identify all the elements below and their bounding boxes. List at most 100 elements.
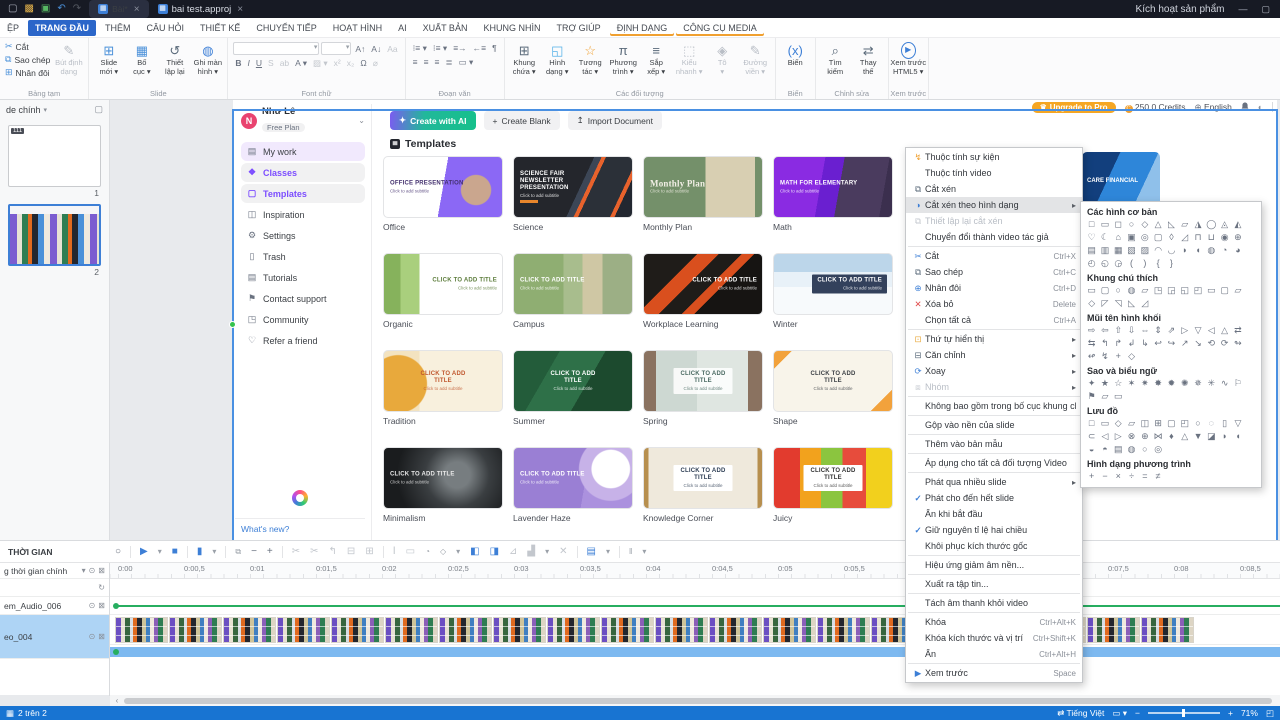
shape-swatch[interactable]: ▣: [1125, 231, 1138, 244]
shape-swatch[interactable]: ↘: [1191, 337, 1204, 350]
template-card[interactable]: CLICK TO ADD TITLEClick to add subtitleT…: [383, 350, 503, 426]
shape-swatch[interactable]: ⊗: [1125, 430, 1138, 443]
shape-swatch[interactable]: ): [1138, 257, 1151, 270]
video-frame-thumb[interactable]: [331, 617, 384, 643]
shape-swatch[interactable]: ◬: [1218, 218, 1231, 231]
sidebar-item[interactable]: ▢Templates: [241, 184, 365, 203]
font-style-icon[interactable]: x₂: [345, 57, 357, 69]
shape-swatch[interactable]: (: [1125, 257, 1138, 270]
ribbon-button[interactable]: ⧉Sao chép: [5, 54, 50, 65]
audio-track-row[interactable]: em_Audio_006 ⊙ ⊠: [0, 597, 109, 615]
keyframe-icon[interactable]: ◇: [435, 547, 451, 556]
close-tab-icon[interactable]: ×: [134, 4, 140, 15]
font-style-icon[interactable]: Ω: [358, 57, 368, 69]
shape-swatch[interactable]: ○: [1112, 284, 1125, 297]
shape-swatch[interactable]: ◴: [1085, 257, 1098, 270]
video-frame-thumb[interactable]: [547, 617, 600, 643]
sidebar-item[interactable]: ▤Tutorials: [241, 268, 365, 287]
template-card[interactable]: SCIENCE FAIR NEWSLETTER PRESENTATIONClic…: [513, 156, 633, 232]
display-mode-icon[interactable]: ▭ ▾: [1112, 708, 1127, 719]
shape-swatch[interactable]: ⋈: [1151, 430, 1164, 443]
menu-item-video-properties[interactable]: Thuộc tính video: [906, 165, 1082, 181]
font-style-icon[interactable]: x²: [332, 57, 343, 69]
shape-swatch[interactable]: ≠: [1151, 470, 1164, 483]
restore-icon[interactable]: ▢: [1261, 4, 1270, 15]
menu-item-rotate[interactable]: ⟳Xoay▸: [906, 363, 1082, 379]
template-card[interactable]: CLICK TO ADD TITLEClick to add subtitleK…: [643, 447, 763, 523]
shape-swatch[interactable]: ✹: [1165, 377, 1178, 390]
fit-window-icon[interactable]: ◰: [1266, 708, 1274, 719]
ribbon-tab[interactable]: TRANG ĐẦU: [28, 20, 96, 36]
ribbon-button[interactable]: ≡Sắpxếp ▾: [640, 40, 673, 88]
shape-swatch[interactable]: ○: [1125, 218, 1138, 231]
play-icon[interactable]: ▶: [135, 546, 153, 557]
shape-swatch[interactable]: ♦: [1165, 430, 1178, 443]
shape-swatch[interactable]: ◇: [1138, 218, 1151, 231]
shape-swatch[interactable]: ↰: [1098, 337, 1111, 350]
minimize-icon[interactable]: —: [1238, 4, 1247, 15]
menu-item-lock-size-position[interactable]: Khóa kích thước và vị tríCtrl+Shift+K: [906, 630, 1082, 646]
shape-swatch[interactable]: −: [1098, 470, 1111, 483]
zoom-slider-handle[interactable]: [1182, 709, 1185, 717]
sidebar-item[interactable]: ◳Community: [241, 310, 365, 329]
menu-item-cut[interactable]: ✂CắtCtrl+X: [906, 248, 1082, 264]
template-card[interactable]: CLICK TO ADD TITLEClick to add subtitleW…: [773, 253, 893, 329]
track-header-row[interactable]: g thời gian chính ▾ ⊙ ⊠: [0, 563, 109, 579]
shape-swatch[interactable]: ▷: [1178, 324, 1191, 337]
stop-icon[interactable]: ■: [167, 546, 183, 557]
video-track-duration-bar[interactable]: [110, 647, 1280, 657]
video-frame-thumb[interactable]: [601, 617, 654, 643]
ribbon-tab[interactable]: CHUYỂN TIẾP: [249, 20, 323, 36]
ribbon-button[interactable]: ☆Tươngtác ▾: [574, 40, 607, 88]
shape-swatch[interactable]: ⇧: [1112, 324, 1125, 337]
shape-swatch[interactable]: ◵: [1098, 257, 1111, 270]
menu-item-play-until-end[interactable]: ✓Phát cho đến hết slide: [906, 490, 1082, 506]
menu-item-merge-to-background[interactable]: Gộp vào nền của slide: [906, 417, 1082, 433]
zoom-out-icon[interactable]: −: [246, 546, 262, 557]
ribbon-button[interactable]: ⇄Thaythế: [852, 40, 885, 88]
shape-swatch[interactable]: ▨: [1138, 244, 1151, 257]
media-caret-icon[interactable]: ▾: [601, 547, 615, 556]
menu-item-display-order[interactable]: ⊡Thứ tự hiển thị▸: [906, 331, 1082, 347]
paragraph-format-icon[interactable]: ≡: [422, 56, 431, 68]
shape-swatch[interactable]: ◍: [1125, 443, 1138, 456]
ribbon-tab[interactable]: AI: [391, 20, 414, 36]
shape-swatch[interactable]: ✺: [1178, 377, 1191, 390]
shape-swatch[interactable]: ◱: [1178, 284, 1191, 297]
paragraph-format-icon[interactable]: ←≡: [471, 42, 488, 54]
cut-right-icon[interactable]: ✂: [305, 546, 323, 557]
ai-button[interactable]: ✦Create with AI: [390, 111, 476, 130]
ripple-icon[interactable]: ↰: [324, 546, 342, 557]
shape-swatch[interactable]: ◖: [1231, 430, 1244, 443]
shape-swatch[interactable]: ◔: [1218, 244, 1231, 257]
shape-swatch[interactable]: ↱: [1112, 337, 1125, 350]
chevron-down-icon[interactable]: ▾: [82, 566, 86, 575]
blank-button[interactable]: +Create Blank: [484, 111, 560, 130]
font-size-icon[interactable]: A↑: [353, 43, 367, 55]
paragraph-format-icon[interactable]: ≡: [411, 56, 420, 68]
merge-icon[interactable]: ⊞: [360, 546, 378, 557]
shape-swatch[interactable]: ▤: [1112, 443, 1125, 456]
menu-item-lock[interactable]: KhóaCtrl+Alt+K: [906, 614, 1082, 630]
paragraph-format-icon[interactable]: ▭ ▾: [457, 56, 476, 68]
shape-swatch[interactable]: ◹: [1112, 297, 1125, 310]
paragraph-format-icon[interactable]: ≡: [433, 56, 442, 68]
ribbon-button[interactable]: ⊞Khungchứa ▾: [508, 40, 541, 88]
ribbon-tab[interactable]: THIẾT KẾ: [193, 20, 247, 36]
new-file-icon[interactable]: ▢: [8, 4, 17, 14]
eye-icon[interactable]: ⊙: [89, 566, 96, 575]
shape-swatch[interactable]: ◮: [1191, 218, 1204, 231]
shape-swatch[interactable]: +: [1112, 350, 1125, 363]
menu-item-preview-play[interactable]: ▶Xem trướcSpace: [906, 665, 1082, 681]
ribbon-tab[interactable]: ỆP: [0, 20, 26, 36]
shape-swatch[interactable]: ▷: [1112, 430, 1125, 443]
whats-new-link[interactable]: What's new?: [235, 518, 365, 534]
shape-swatch[interactable]: ▱: [1138, 284, 1151, 297]
shape-swatch[interactable]: ▱: [1125, 417, 1138, 430]
sidebar-item[interactable]: ▤My work: [241, 142, 365, 161]
paragraph-format-icon[interactable]: ≡→: [451, 42, 468, 54]
template-card[interactable]: CLICK TO ADD TITLEClick to add subtitleW…: [643, 253, 763, 329]
ribbon-tab[interactable]: HOẠT HÌNH: [326, 20, 389, 36]
mic-caret-icon[interactable]: ▾: [207, 547, 221, 556]
font-name-select[interactable]: [233, 42, 319, 55]
